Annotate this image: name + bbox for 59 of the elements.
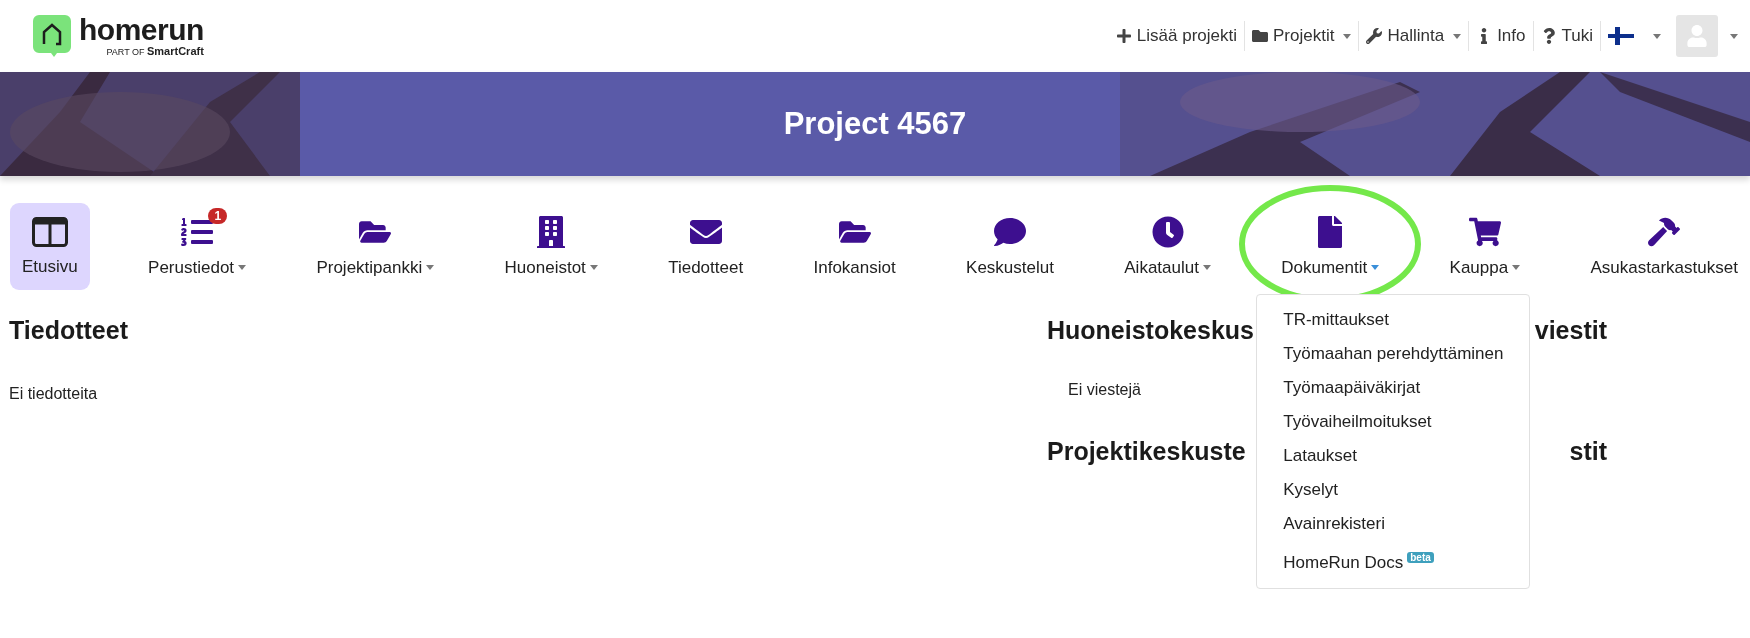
top-menu-item[interactable]: Projektit (1244, 21, 1359, 51)
nav-label: Dokumentit (1281, 257, 1380, 278)
nav-tab[interactable]: Huoneistot (492, 203, 610, 290)
section-heading: stit (1569, 437, 1607, 466)
section-heading: Huoneistokeskus (1047, 316, 1254, 345)
nav-tab[interactable]: Infokansiot (801, 203, 908, 290)
notification-badge: 1 (208, 207, 228, 224)
project-title: Project 4567 (783, 106, 967, 142)
empty-message: Ei tiedotteita (9, 385, 98, 403)
numbered-list-icon (181, 215, 214, 248)
beta-badge: beta (1407, 552, 1434, 563)
logo-tagline: PART OF SmartCraft (106, 44, 204, 58)
plus-icon (1115, 28, 1132, 44)
nav-tab[interactable]: Projektipankki (304, 203, 447, 290)
nav-tab[interactable]: Tiedotteet (656, 203, 756, 290)
hammer-icon (1648, 215, 1681, 248)
section-heading: Tiedotteet (9, 316, 129, 345)
shopping-cart-icon (1468, 215, 1501, 248)
top-menu-item[interactable]: Hallinta (1358, 21, 1469, 51)
nav-label: Projektipankki (316, 257, 435, 278)
nav-tab[interactable]: Aikataulut (1112, 203, 1223, 290)
menu-item[interactable]: Avainrekisteri (1257, 507, 1530, 541)
nav-label: Aikataulut (1124, 257, 1211, 278)
menu-item[interactable]: Työvaiheilmoitukset (1257, 405, 1530, 439)
menu-item[interactable]: Työmaapäiväkirjat (1257, 371, 1530, 405)
menu-item[interactable]: HomeRun Docs $^{beta}$ (1257, 541, 1530, 580)
nav-label: Tiedotteet (668, 257, 744, 278)
nav-label: Infokansiot (813, 257, 896, 278)
nav-tab[interactable]: Keskustelut (954, 203, 1066, 290)
nav-tab[interactable]: Asukastarkastukset (1578, 203, 1750, 290)
menu-item[interactable]: Työmaahan perehdyttäminen (1257, 337, 1530, 371)
caret-icon (1730, 33, 1738, 39)
menu-item[interactable]: Lataukset (1257, 439, 1530, 473)
nav-label: Etusivu (22, 256, 78, 277)
folder-icon (1252, 28, 1268, 44)
logo-icon (33, 15, 71, 57)
wrench-icon (1366, 28, 1383, 44)
section-heading: Projektikeskuste (1047, 437, 1246, 466)
top-menu-item[interactable]: Info (1468, 21, 1533, 51)
building-icon (535, 215, 568, 248)
nav-label: Perustiedot (148, 257, 247, 278)
menu-item[interactable]: Kyselyt (1257, 473, 1530, 507)
nav-label: Huoneistot (504, 257, 598, 278)
clock-icon (1151, 215, 1184, 248)
section-heading: viestit (1534, 316, 1607, 345)
layout-icon (31, 216, 68, 247)
nav-tab[interactable]: Etusivu (10, 203, 90, 290)
flag-icon (1608, 27, 1634, 45)
empty-message: Ei viestejä (1068, 381, 1141, 399)
top-menu-item[interactable]: Tuki (1532, 21, 1600, 51)
menu-item[interactable]: TR-mittaukset (1257, 303, 1530, 337)
logo-wordmark: homerun (79, 14, 204, 45)
speech-bubble-icon (994, 215, 1026, 248)
nav-tab[interactable]: Kauppa (1437, 203, 1533, 290)
top-menu-item[interactable]: Lisää projekti (1108, 21, 1244, 51)
nav-label: Asukastarkastukset (1590, 257, 1738, 278)
nav-tab[interactable]: 1 Perustiedot (136, 203, 259, 290)
nav-label: Kauppa (1449, 257, 1521, 278)
nav-label: Keskustelut (966, 257, 1054, 278)
